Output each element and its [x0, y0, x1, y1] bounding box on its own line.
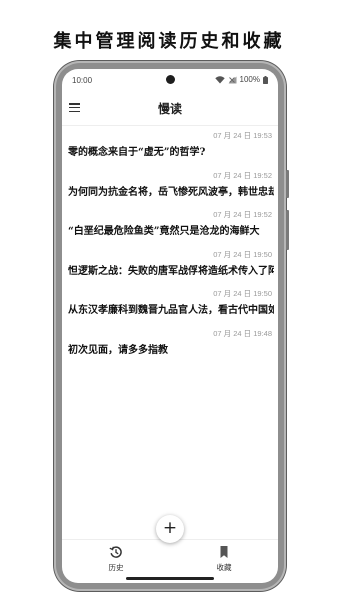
app-bar: 慢读	[62, 91, 278, 126]
bookmark-icon	[220, 546, 228, 558]
history-item[interactable]: 07 月 24 日 19:48 初次见面，请多多指教	[62, 325, 278, 365]
history-item[interactable]: 07 月 24 日 19:52 “白垩纪最危险鱼类”竟然只是沧龙的海鲜大	[62, 206, 278, 246]
item-timestamp: 07 月 24 日 19:52	[213, 210, 272, 220]
promo-title: 集中管理阅读历史和收藏	[53, 31, 285, 52]
item-timestamp: 07 月 24 日 19:52	[213, 170, 272, 180]
nav-favorites[interactable]: 收藏	[170, 540, 278, 576]
item-title: 为何同为抗金名将，岳飞惨死风波亭，韩世忠却	[68, 186, 274, 198]
phone-side-button	[286, 170, 289, 198]
wifi-icon	[214, 75, 225, 83]
gesture-bar[interactable]	[126, 577, 214, 580]
status-time: 10:00	[72, 76, 93, 85]
signal-icon	[228, 76, 237, 83]
item-title: 初次见面，请多多指教	[68, 344, 168, 356]
history-item[interactable]: 07 月 24 日 19:52 为何同为抗金名将，岳飞惨死风波亭，韩世忠却	[62, 167, 278, 207]
item-timestamp: 07 月 24 日 19:53	[213, 131, 272, 140]
status-bar: 10:00 100%	[62, 69, 278, 91]
app-title: 慢读	[157, 102, 182, 116]
item-title: “白垩纪最危险鱼类”竟然只是沧龙的海鲜大	[68, 226, 260, 238]
history-item[interactable]: 07 月 24 日 19:50 怛逻斯之战：失败的唐军战俘将造纸术传入了阿	[62, 246, 278, 286]
nav-history-label: 历史	[108, 563, 124, 572]
item-title: 怛逻斯之战：失败的唐军战俘将造纸术传入了阿	[68, 265, 274, 277]
item-title: 从东汉孝廉科到魏晋九品官人法，看古代中国如	[68, 305, 274, 317]
status-icons: 100%	[214, 75, 268, 84]
history-icon	[109, 546, 122, 558]
item-timestamp: 07 月 24 日 19:50	[213, 289, 272, 299]
item-timestamp: 07 月 24 日 19:50	[213, 249, 272, 259]
phone-screen: 10:00 100% 慢读 07 月 24 日 19:53 零的概念来自于“虚无…	[62, 69, 278, 583]
add-button[interactable]: +	[156, 515, 184, 543]
battery-icon	[263, 75, 268, 84]
front-camera	[166, 75, 175, 84]
history-list: 07 月 24 日 19:53 零的概念来自于“虚无”的哲学? 07 月 24 …	[62, 127, 278, 365]
item-title: 零的概念来自于“虚无”的哲学?	[68, 147, 206, 158]
battery-percent: 100%	[239, 75, 260, 84]
nav-favorites-label: 收藏	[216, 563, 232, 572]
history-item[interactable]: 07 月 24 日 19:53 零的概念来自于“虚无”的哲学?	[62, 127, 278, 167]
item-timestamp: 07 月 24 日 19:48	[213, 328, 272, 338]
history-item[interactable]: 07 月 24 日 19:50 从东汉孝廉科到魏晋九品官人法，看古代中国如	[62, 285, 278, 325]
phone-side-button	[286, 210, 289, 250]
nav-history[interactable]: 历史	[62, 540, 170, 576]
bottom-nav: 历史 收藏	[62, 539, 278, 576]
